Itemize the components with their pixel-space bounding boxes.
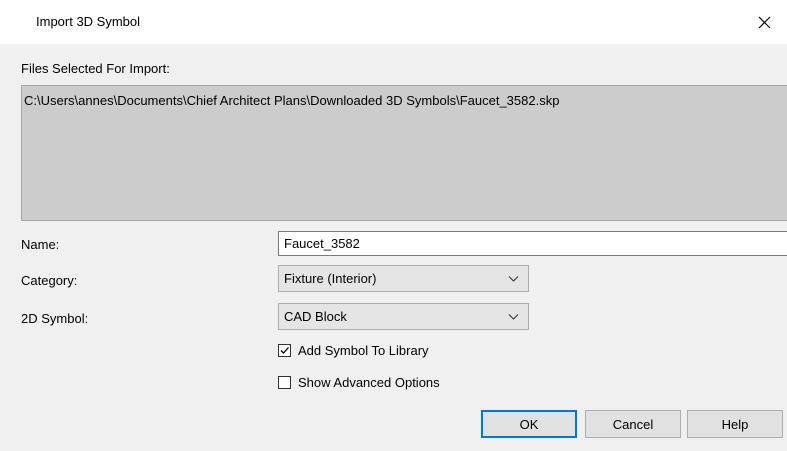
ok-button[interactable]: OK <box>481 410 577 438</box>
name-input[interactable]: Faucet_3582 <box>278 231 787 256</box>
add-to-library-checkbox[interactable]: Add Symbol To Library <box>278 343 429 358</box>
checkmark-icon <box>280 347 289 354</box>
file-path: C:\Users\annes\Documents\Chief Architect… <box>24 93 560 108</box>
title-bar: Import 3D Symbol <box>0 0 787 44</box>
files-selected-label: Files Selected For Import: <box>21 61 170 76</box>
checkbox-box <box>278 344 291 357</box>
category-value: Fixture (Interior) <box>284 271 377 286</box>
close-button[interactable] <box>741 0 787 44</box>
checkbox-box <box>278 376 291 389</box>
close-icon <box>758 16 770 28</box>
cancel-button[interactable]: Cancel <box>585 410 681 438</box>
category-select[interactable]: Fixture (Interior) <box>278 265 529 292</box>
name-label: Name: <box>21 237 60 252</box>
symbol-2d-value: CAD Block <box>284 309 347 324</box>
files-list[interactable]: C:\Users\annes\Documents\Chief Architect… <box>21 85 787 221</box>
chevron-down-icon <box>508 314 519 320</box>
show-advanced-label: Show Advanced Options <box>298 375 440 390</box>
add-to-library-label: Add Symbol To Library <box>298 343 429 358</box>
help-button[interactable]: Help <box>687 410 783 438</box>
category-label: Category: <box>21 273 78 288</box>
chevron-down-icon <box>508 276 519 282</box>
show-advanced-checkbox[interactable]: Show Advanced Options <box>278 375 440 390</box>
dialog-body: Files Selected For Import: C:\Users\anne… <box>0 44 787 451</box>
symbol-2d-select[interactable]: CAD Block <box>278 303 529 330</box>
name-value: Faucet_3582 <box>284 236 360 251</box>
symbol-2d-label: 2D Symbol: <box>21 311 89 326</box>
window-title: Import 3D Symbol <box>36 14 141 29</box>
